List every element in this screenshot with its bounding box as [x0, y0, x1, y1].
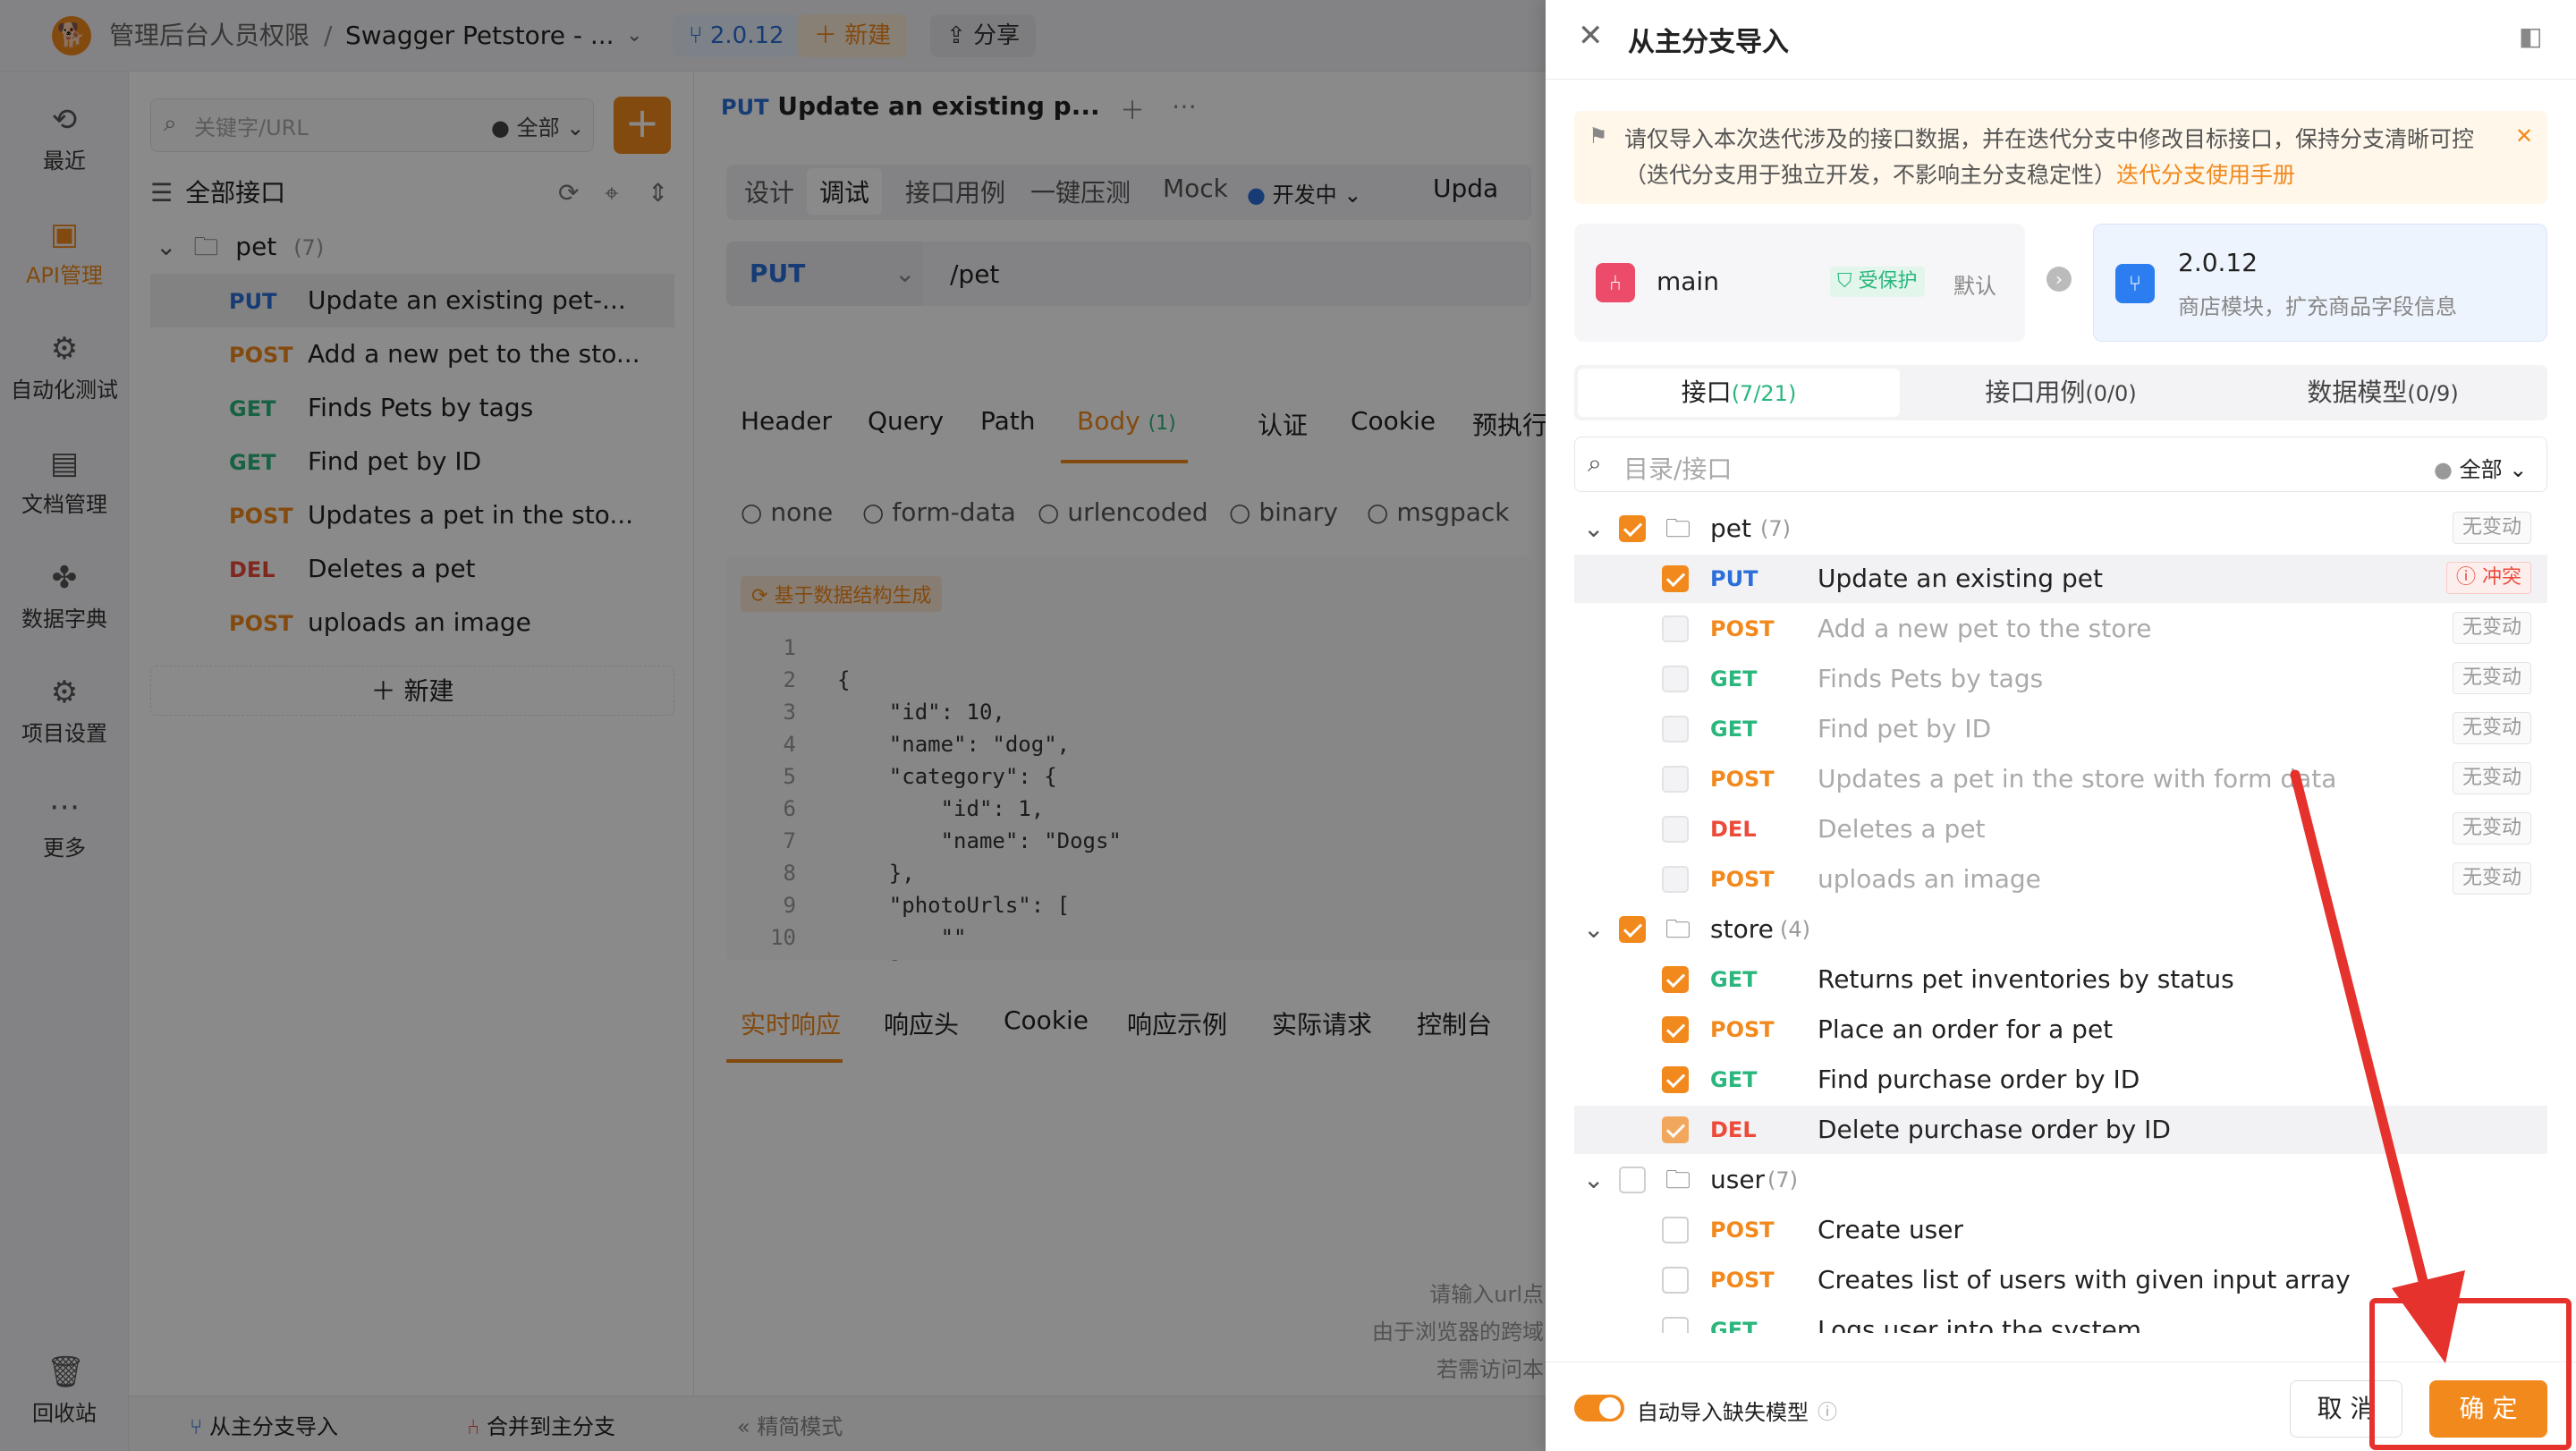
- chevron-down-icon[interactable]: ⌄: [1583, 505, 1604, 553]
- api-row[interactable]: POST Add a new pet to the store 无变动: [1574, 605, 2547, 653]
- api-checkbox: [1662, 716, 1689, 742]
- api-row[interactable]: DEL Delete purchase order by ID: [1574, 1106, 2547, 1154]
- group-name: pet: [1710, 513, 1751, 543]
- modal-overlay[interactable]: [0, 0, 1546, 1451]
- group-count: (4): [1780, 917, 1810, 942]
- drawer-search-placeholder: 目录/接口: [1623, 454, 1733, 484]
- folder-icon: 🗀: [1665, 914, 1691, 944]
- tab-data-models[interactable]: 数据模型(0/9): [2222, 369, 2544, 417]
- api-row[interactable]: GET Find purchase order by ID: [1574, 1056, 2547, 1104]
- flag-icon: ⚑: [1589, 123, 1608, 148]
- api-checkbox[interactable]: [1662, 1317, 1689, 1333]
- api-row[interactable]: POST Place an order for a pet: [1574, 1006, 2547, 1054]
- cancel-button[interactable]: 取 消: [2290, 1380, 2402, 1438]
- arrow-right-icon: ›: [2046, 267, 2072, 292]
- api-checkbox[interactable]: [1662, 1217, 1689, 1243]
- source-branch-name: main: [1657, 267, 1719, 296]
- target-branch: ⑂ 2.0.12 商店模块，扩充商品字段信息: [2093, 224, 2547, 342]
- group-checkbox[interactable]: [1619, 1167, 1646, 1193]
- api-row[interactable]: GET Returns pet inventories by status: [1574, 955, 2547, 1004]
- api-row[interactable]: POST uploads an image 无变动: [1574, 855, 2547, 904]
- drawer-search[interactable]: ⌕ 目录/接口 ● 全部 ⌄: [1574, 437, 2547, 492]
- drawer-filter[interactable]: ● 全部 ⌄: [2434, 452, 2527, 483]
- sidebar-toggle-icon[interactable]: ◧: [2519, 21, 2542, 51]
- api-row[interactable]: GET Finds Pets by tags 无变动: [1574, 655, 2547, 703]
- default-label: 默认: [1953, 274, 1996, 299]
- api-checkbox: [1662, 766, 1689, 793]
- group-count: (7): [1760, 516, 1791, 541]
- notice-link[interactable]: 迭代分支使用手册: [2116, 162, 2295, 188]
- target-branch-name: 2.0.12: [2178, 248, 2258, 277]
- conflict-tag[interactable]: ⓘ 冲突: [2445, 562, 2531, 594]
- help-icon[interactable]: ⓘ: [1818, 1396, 1837, 1425]
- group-pet[interactable]: ⌄ 🗀 pet (7) 无变动: [1574, 505, 2547, 553]
- list-clip: GET Logs user into the system: [1574, 1306, 2547, 1333]
- group-count: (7): [1767, 1167, 1798, 1192]
- auto-import-toggle[interactable]: [1574, 1395, 1624, 1421]
- status-tag: 无变动: [2452, 512, 2531, 544]
- api-row[interactable]: GET Find pet by ID 无变动: [1574, 705, 2547, 753]
- chevron-down-icon[interactable]: ⌄: [1583, 905, 1604, 954]
- drawer-title: 从主分支导入: [1628, 27, 1789, 58]
- api-row[interactable]: POST Creates list of users with given in…: [1574, 1256, 2547, 1304]
- api-checkbox[interactable]: [1662, 966, 1689, 993]
- group-user[interactable]: ⌄ 🗀 user (7): [1574, 1156, 2547, 1204]
- drawer-header-divider: [1546, 79, 2576, 80]
- group-checkbox[interactable]: [1619, 916, 1646, 943]
- auto-import-label: 自动导入缺失模型: [1637, 1400, 1809, 1425]
- notice-text: 请仅导入本次迭代涉及的接口数据，并在迭代分支中修改目标接口，保持分支清晰可控（迭…: [1624, 126, 2475, 188]
- api-row[interactable]: GET Logs user into the system: [1574, 1306, 2547, 1333]
- tab-api-cases[interactable]: 接口用例(0/0): [1900, 369, 2222, 417]
- branch-icon: ⑃: [1596, 263, 1635, 302]
- chevron-down-icon[interactable]: ⌄: [1583, 1156, 1604, 1204]
- api-checkbox[interactable]: [1662, 1116, 1689, 1143]
- import-tabs: 接口(7/21) 接口用例(0/0) 数据模型(0/9): [1574, 365, 2547, 420]
- group-name: store: [1710, 914, 1774, 944]
- api-checkbox[interactable]: [1662, 1066, 1689, 1093]
- close-icon[interactable]: ✕: [2515, 123, 2533, 148]
- api-row[interactable]: PUT Update an existing pet ⓘ 冲突: [1574, 555, 2547, 603]
- close-icon[interactable]: ✕: [1578, 18, 1604, 54]
- api-row[interactable]: POST Create user: [1574, 1206, 2547, 1254]
- group-name: user: [1710, 1165, 1766, 1194]
- api-checkbox[interactable]: [1662, 565, 1689, 592]
- api-checkbox[interactable]: [1662, 1267, 1689, 1294]
- api-checkbox: [1662, 666, 1689, 692]
- group-store[interactable]: ⌄ 🗀 store (4): [1574, 905, 2547, 954]
- folder-icon: 🗀: [1665, 513, 1691, 543]
- drawer-footer: 自动导入缺失模型 ⓘ 取 消 确 定: [1546, 1362, 2576, 1451]
- api-checkbox: [1662, 816, 1689, 843]
- group-checkbox[interactable]: [1619, 515, 1646, 542]
- api-row[interactable]: DEL Deletes a pet 无变动: [1574, 805, 2547, 853]
- api-row[interactable]: POST Updates a pet in the store with for…: [1574, 755, 2547, 803]
- tab-apis[interactable]: 接口(7/21): [1578, 369, 1900, 417]
- api-checkbox[interactable]: [1662, 1016, 1689, 1043]
- import-drawer: ✕ 从主分支导入 ◧ ⚑ 请仅导入本次迭代涉及的接口数据，并在迭代分支中修改目标…: [1546, 0, 2576, 1451]
- search-icon: ⌕: [1588, 448, 1602, 478]
- folder-icon: 🗀: [1665, 1165, 1691, 1194]
- target-branch-desc: 商店模块，扩充商品字段信息: [2178, 294, 2457, 319]
- source-branch: ⑃ main ⛉ 受保护 默认: [1574, 224, 2025, 342]
- api-checkbox: [1662, 866, 1689, 893]
- api-checkbox: [1662, 615, 1689, 642]
- confirm-button[interactable]: 确 定: [2429, 1380, 2547, 1438]
- branch-icon: ⑂: [2115, 264, 2155, 303]
- protected-badge: ⛉ 受保护: [1830, 267, 1925, 297]
- notice-banner: ⚑ 请仅导入本次迭代涉及的接口数据，并在迭代分支中修改目标接口，保持分支清晰可控…: [1574, 111, 2547, 204]
